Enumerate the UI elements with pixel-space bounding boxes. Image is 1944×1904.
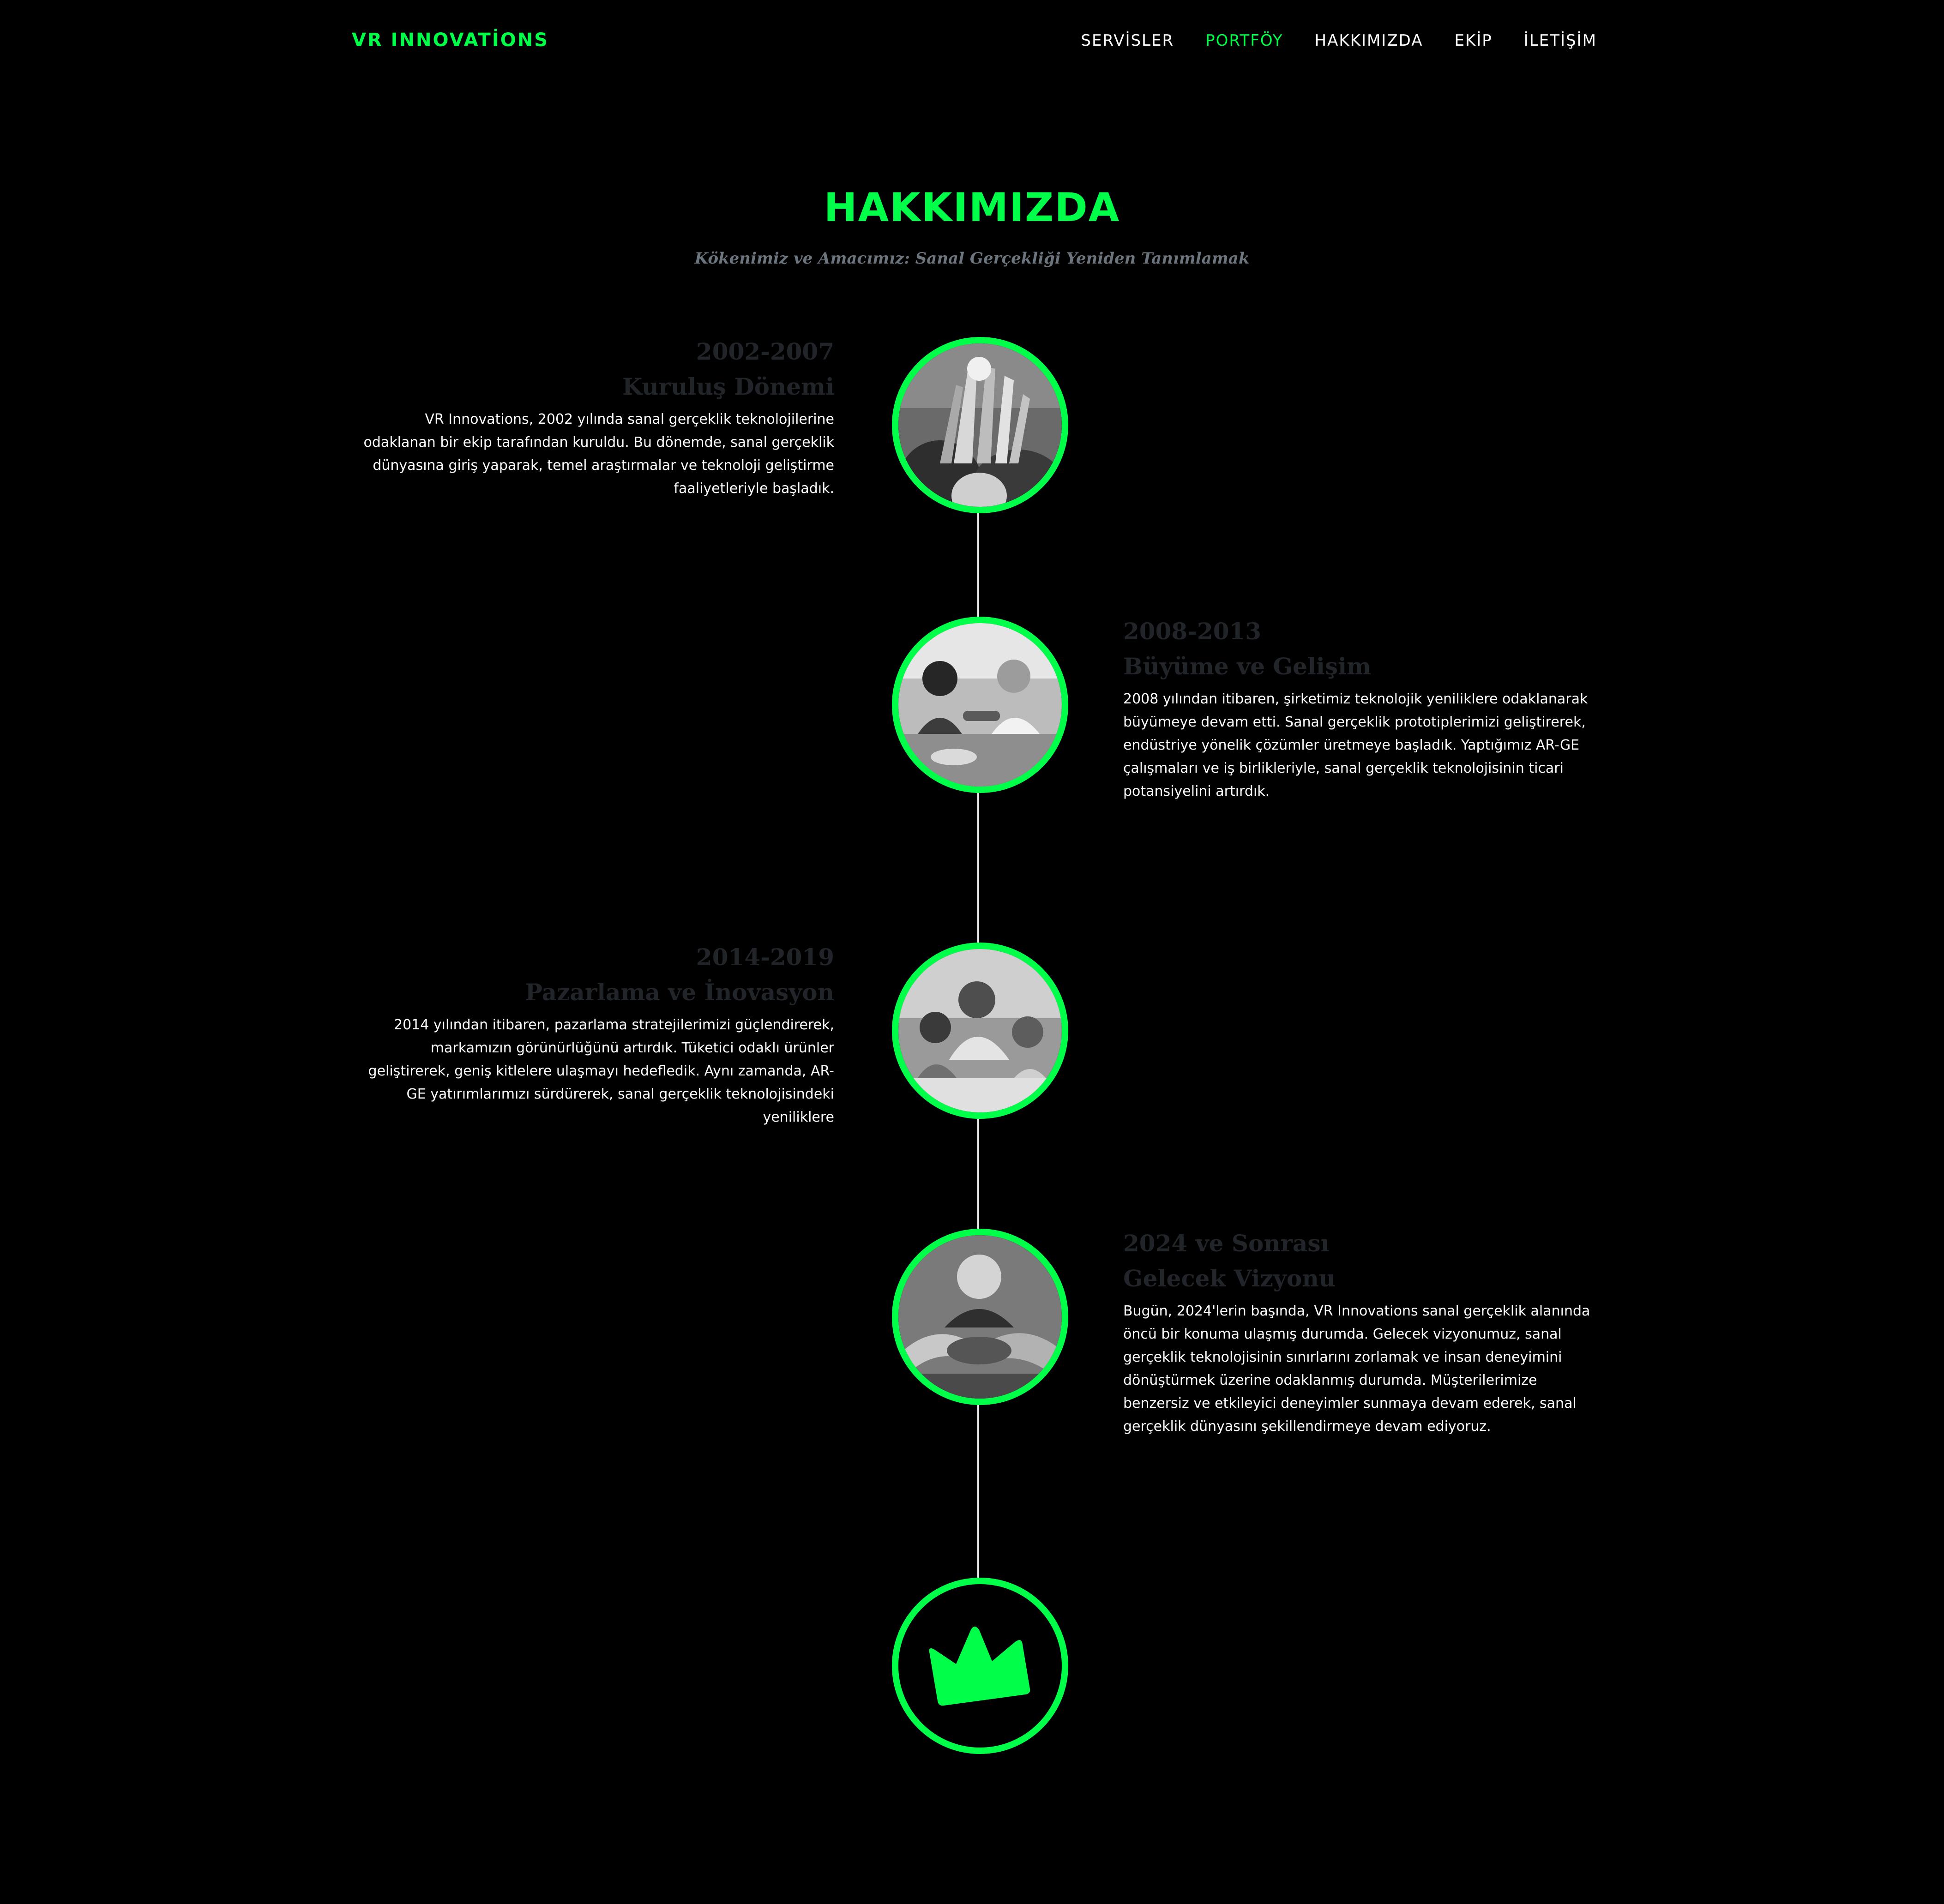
timeline-image-3 xyxy=(892,943,1068,1119)
section-heading: HAKKIMIZDA xyxy=(824,185,1120,231)
nav-item-servisler[interactable]: SERVİSLER xyxy=(1081,31,1174,50)
timeline-item-1: 2002-2007 Kuruluş Dönemi VR Innovations,… xyxy=(354,334,834,500)
team-high-five-photo xyxy=(898,343,1062,507)
timeline-end-badge xyxy=(892,1578,1068,1754)
timeline-title: Büyüme ve Gelişim xyxy=(1123,653,1371,680)
timeline-body: Bugün, 2024'lerin başında, VR Innovation… xyxy=(1123,1303,1590,1435)
team-collaboration-photo xyxy=(898,949,1062,1112)
timeline-title: Kuruluş Dönemi xyxy=(622,373,834,400)
timeline-image-4 xyxy=(892,1229,1068,1405)
timeline-year: 2024 ve Sonrası xyxy=(1123,1230,1330,1257)
timeline-body: 2014 yılından itibaren, pazarlama strate… xyxy=(368,1017,834,1125)
timeline-title: Gelecek Vizyonu xyxy=(1123,1265,1336,1292)
nav-item-hakkimizda[interactable]: HAKKIMIZDA xyxy=(1315,31,1423,50)
timeline-year: 2002-2007 xyxy=(696,338,834,365)
timeline-year: 2008-2013 xyxy=(1123,618,1262,645)
nav-item-iletisim[interactable]: İLETİŞİM xyxy=(1524,31,1597,50)
colleagues-handshake-photo xyxy=(898,623,1062,787)
timeline-image-2 xyxy=(892,617,1068,793)
timeline-year: 2014-2019 xyxy=(696,943,834,971)
section-subheading: Kökenimiz ve Amacımız: Sanal Gerçekliği … xyxy=(694,249,1250,268)
timeline-item-2: 2008-2013 Büyüme ve Gelişim 2008 yılında… xyxy=(1123,614,1603,803)
brand-logo[interactable]: VR INNOVATİONS xyxy=(352,30,549,51)
timeline-title: Pazarlama ve İnovasyon xyxy=(525,979,834,1006)
timeline-body: 2008 yılından itibaren, şirketimiz tekno… xyxy=(1123,691,1588,799)
nav-item-portfoy[interactable]: PORTFÖY xyxy=(1205,31,1283,50)
hands-together-photo xyxy=(898,1235,1062,1399)
crown-icon xyxy=(929,1627,1030,1706)
timeline-image-1 xyxy=(892,337,1068,513)
timeline-item-4: 2024 ve Sonrası Gelecek Vizyonu Bugün, 2… xyxy=(1123,1226,1603,1438)
timeline-item-3: 2014-2019 Pazarlama ve İnovasyon 2014 yı… xyxy=(354,940,834,1129)
nav-item-ekip[interactable]: EKİP xyxy=(1454,31,1492,50)
timeline-body: VR Innovations, 2002 yılında sanal gerçe… xyxy=(363,411,834,497)
main-nav: SERVİSLER PORTFÖY HAKKIMIZDA EKİP İLETİŞ… xyxy=(1049,31,1597,50)
